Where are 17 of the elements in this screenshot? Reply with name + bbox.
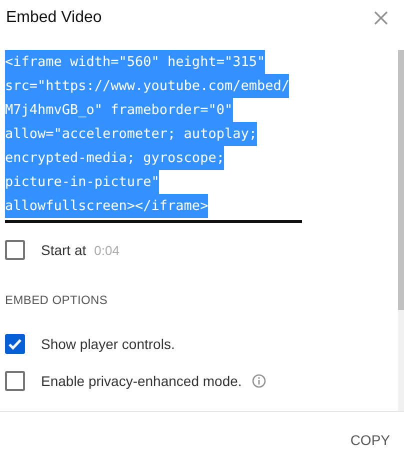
start-at-label: Start at	[41, 242, 86, 258]
option-label: Enable privacy-enhanced mode.	[41, 373, 242, 389]
checkbox[interactable]	[5, 334, 25, 354]
scrollbar-thumb[interactable]	[398, 50, 404, 310]
info-icon[interactable]	[252, 374, 266, 388]
embed-code-field[interactable]: <iframe width="560" height="315" src="https://www.youtube.com/embed/ M7j4hmvGB_o" frameborder="0" allow="accelerometer; autoplay; encrypted-media; gyroscope; picture-in-picture" allowfullscreen></iframe>	[5, 50, 302, 223]
scrollbar[interactable]	[398, 50, 404, 411]
close-icon	[374, 11, 388, 25]
checkbox[interactable]	[5, 240, 25, 260]
copy-button[interactable]: COPY	[350, 426, 390, 454]
check-icon	[8, 338, 22, 350]
close-button[interactable]	[372, 9, 390, 27]
option-label: Show player controls.	[41, 336, 175, 352]
dialog-title: Embed Video	[6, 9, 102, 27]
section-heading: EMBED OPTIONS	[5, 293, 109, 307]
start-time-field[interactable]: 0:04	[94, 242, 120, 258]
checkbox[interactable]	[5, 371, 25, 391]
